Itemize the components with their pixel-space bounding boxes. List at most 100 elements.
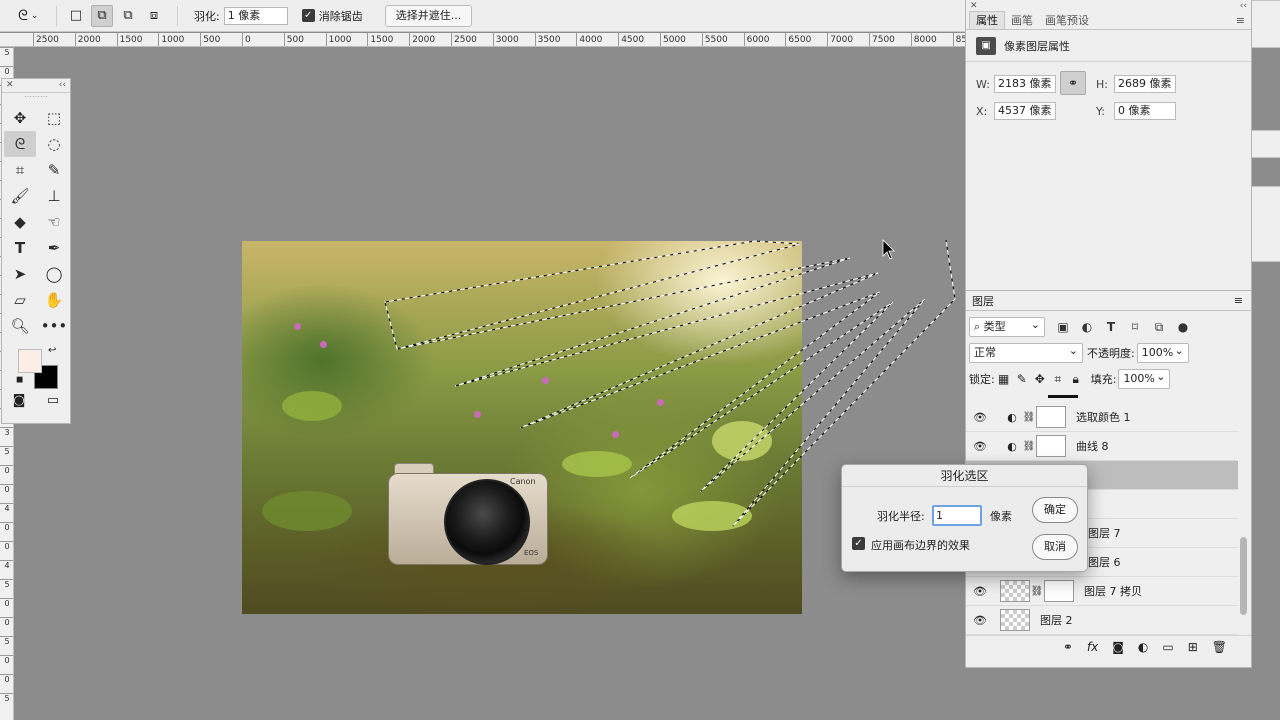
filter-pixel-icon[interactable]: ▣ xyxy=(1051,320,1075,334)
move-tool-icon[interactable]: ✥ xyxy=(4,105,36,131)
layer-row[interactable]: 👁︎ ◐ ⛓︎ 曲线 8 xyxy=(966,432,1238,461)
canvas-image[interactable]: Canon EOS xyxy=(242,241,802,614)
layer-mask-thumbnail[interactable] xyxy=(1036,435,1066,457)
quick-mask-icon[interactable]: ◙ xyxy=(13,393,26,408)
blend-mode-select[interactable]: 正常 xyxy=(969,342,1083,363)
ellipse-tool-icon[interactable]: ◯ xyxy=(38,261,70,287)
tools-panel-header: ✕ ‹‹ xyxy=(2,79,70,93)
collapse-icon[interactable]: ‹‹ xyxy=(59,79,66,92)
lasso-tool-preset-picker[interactable]: ᘓ ⌄ xyxy=(18,5,48,27)
link-dimensions-icon[interactable]: ⚭ xyxy=(1060,71,1086,95)
path-selection-tool-icon[interactable]: ➤ xyxy=(4,261,36,287)
horizontal-ruler[interactable]: 2500 2000 1500 1000 500 0 500 1000 1500 2000 2500 3… xyxy=(0,33,965,47)
feather-radius-input[interactable]: 1 xyxy=(932,505,982,526)
new-layer-icon[interactable]: ⊞ xyxy=(1188,640,1198,654)
subtract-from-selection-button[interactable]: ⧉ xyxy=(117,5,139,27)
lasso-tool-icon[interactable]: ᘓ xyxy=(4,131,36,157)
panel-grip[interactable]: ⋯⋯⋯ xyxy=(2,93,70,101)
smudge-tool-icon[interactable]: ☜ xyxy=(38,209,70,235)
more-tools-icon[interactable]: ••• xyxy=(38,313,70,339)
mask-link-icon[interactable]: ⛓︎ xyxy=(1022,441,1036,452)
filter-smart-object-icon[interactable]: ⧉ xyxy=(1147,320,1171,335)
filter-toggle-icon[interactable]: ● xyxy=(1171,320,1195,334)
add-mask-icon[interactable]: ◙ xyxy=(1112,640,1124,654)
layer-row[interactable]: 👁︎ 图层 2 xyxy=(966,606,1238,635)
new-selection-button[interactable]: □ xyxy=(65,5,87,27)
marquee-tool-icon[interactable]: ⬚ xyxy=(38,105,70,131)
type-tool-icon[interactable]: T xyxy=(4,235,36,261)
height-field[interactable]: 2689 像素 xyxy=(1114,75,1176,93)
cancel-button[interactable]: 取消 xyxy=(1032,534,1078,560)
width-field[interactable]: 2183 像素 xyxy=(994,75,1056,93)
mask-link-icon[interactable]: ⛓︎ xyxy=(1022,412,1036,423)
ruler-tick-label: 5 xyxy=(0,579,13,589)
feather-input[interactable]: 1 像素 xyxy=(223,6,288,25)
quick-selection-tool-icon[interactable]: ◌ xyxy=(38,131,70,157)
tab-brush[interactable]: 画笔 xyxy=(1005,12,1039,29)
antialias-checkbox[interactable]: ✓ xyxy=(301,9,315,22)
lock-image-icon[interactable]: ✎ xyxy=(1013,372,1031,386)
select-and-mask-button[interactable]: 选择并遮住... xyxy=(384,4,473,27)
tab-properties[interactable]: 属性 xyxy=(969,11,1005,29)
opacity-field[interactable]: 100% xyxy=(1136,342,1189,363)
screen-mode-icon[interactable]: ▭ xyxy=(47,393,59,408)
visibility-eye-icon[interactable]: 👁︎ xyxy=(966,585,994,598)
lock-all-icon[interactable]: 🔒︎ xyxy=(1067,372,1085,387)
filter-type-icon[interactable]: T xyxy=(1099,320,1123,334)
x-position-field[interactable]: 4537 像素 xyxy=(994,102,1056,120)
new-adjustment-layer-icon[interactable]: ◐ xyxy=(1138,640,1148,654)
feather-radius-label: 羽化半径: xyxy=(877,510,925,523)
panel-menu-icon[interactable]: ≡ xyxy=(1234,294,1243,307)
clone-stamp-tool-icon[interactable]: ⊥ xyxy=(38,183,70,209)
eyedropper-tool-icon[interactable]: ✎ xyxy=(38,157,70,183)
visibility-eye-icon[interactable]: 👁︎ xyxy=(966,614,994,627)
pen-tool-icon[interactable]: ✒ xyxy=(38,235,70,261)
collapse-icon[interactable]: ‹‹ xyxy=(1240,0,1247,12)
intersect-selection-button[interactable]: ⧈ xyxy=(143,5,165,27)
layer-mask-thumbnail[interactable] xyxy=(1044,580,1074,602)
ok-button[interactable]: 确定 xyxy=(1032,497,1078,523)
lock-position-icon[interactable]: ✥ xyxy=(1031,372,1049,386)
layer-filter-select[interactable]: ⌕ 类型 xyxy=(969,316,1045,337)
layer-thumbnail[interactable] xyxy=(1000,580,1030,602)
trash-icon[interactable]: 🗑︎ xyxy=(1212,640,1227,654)
ruler-tick-label: 5500 xyxy=(701,33,728,46)
new-group-icon[interactable]: ▭ xyxy=(1162,640,1173,654)
visibility-eye-icon[interactable]: 👁︎ xyxy=(966,411,994,424)
fill-field[interactable]: 100% xyxy=(1118,368,1171,389)
mask-link-icon[interactable]: ⛓︎ xyxy=(1030,586,1044,597)
layer-mask-thumbnail[interactable] xyxy=(1036,406,1066,428)
ruler-tick-label: 2500 xyxy=(33,33,59,46)
visibility-eye-icon[interactable]: 👁︎ xyxy=(966,440,994,453)
crop-tool-icon[interactable]: ⌗ xyxy=(4,157,36,183)
layers-scrollbar[interactable] xyxy=(1240,537,1247,615)
foreground-color-swatch[interactable] xyxy=(18,349,42,373)
zoom-tool-icon[interactable]: 🔍︎ xyxy=(4,313,36,339)
link-layers-icon[interactable]: ⚭ xyxy=(1063,640,1073,654)
swap-colors-icon[interactable]: ↩ xyxy=(48,345,56,356)
filter-adjustment-icon[interactable]: ◐ xyxy=(1075,320,1099,334)
ruler-tick-label: 7000 xyxy=(827,33,853,46)
filter-shape-icon[interactable]: ⌑ xyxy=(1123,320,1147,334)
y-position-field[interactable]: 0 像素 xyxy=(1114,102,1176,120)
close-icon[interactable]: ✕ xyxy=(6,79,14,92)
ruler-tool-icon[interactable]: ▱ xyxy=(4,287,36,313)
lock-transparent-icon[interactable]: ▦ xyxy=(995,372,1013,386)
collapsed-panel-strip xyxy=(1252,0,1280,720)
layer-row[interactable]: 👁︎ ◐ ⛓︎ 选取颜色 1 xyxy=(966,403,1238,432)
apply-canvas-bounds-checkbox[interactable]: ✓ xyxy=(852,537,865,550)
layer-row[interactable]: 👁︎ ⛓︎ 图层 7 拷贝 xyxy=(966,577,1238,606)
add-to-selection-button[interactable]: ⧉ xyxy=(91,4,113,27)
lock-artboard-icon[interactable]: ⌗ xyxy=(1049,372,1067,387)
fx-icon[interactable]: fx xyxy=(1087,640,1098,654)
default-colors-icon[interactable]: ◼ xyxy=(16,375,23,385)
ruler-tick-label: 5 xyxy=(0,47,13,57)
camera-subject: Canon EOS xyxy=(388,463,548,567)
layer-thumbnail[interactable] xyxy=(1000,609,1030,631)
ruler-tick-label: 5000 xyxy=(660,33,686,46)
hand-tool-icon[interactable]: ✋ xyxy=(38,287,70,313)
eraser-tool-icon[interactable]: ◆ xyxy=(4,209,36,235)
brush-tool-icon[interactable]: 🖌 xyxy=(4,183,36,209)
panel-menu-icon[interactable]: ≡ xyxy=(1236,14,1245,27)
tab-brush-presets[interactable]: 画笔预设 xyxy=(1039,12,1095,29)
